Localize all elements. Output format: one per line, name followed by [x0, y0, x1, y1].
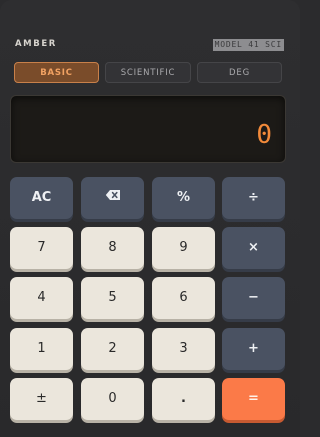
digit-9-button[interactable]: 9	[152, 227, 215, 269]
angle-mode-button[interactable]: DEG	[197, 62, 282, 83]
backspace-button[interactable]	[81, 177, 144, 219]
digit-7-button[interactable]: 7	[10, 227, 73, 269]
sign-toggle-button[interactable]: ±	[10, 378, 73, 420]
digit-8-button[interactable]: 8	[81, 227, 144, 269]
model-label: MODEL 41 SCI	[212, 39, 284, 51]
multiply-button[interactable]: ×	[222, 227, 285, 269]
calculator-body: AMBER MODEL 41 SCI BASIC SCIENTIFIC DEG …	[0, 0, 300, 437]
keypad: AC % ÷ 7 8 9 × 4 5 6 − 1 2 3 + ± 0 . =	[10, 177, 286, 437]
mode-basic-button[interactable]: BASIC	[14, 62, 99, 83]
display-screen: 0	[10, 95, 286, 163]
digit-6-button[interactable]: 6	[152, 277, 215, 319]
percent-button[interactable]: %	[152, 177, 215, 219]
digit-5-button[interactable]: 5	[81, 277, 144, 319]
digit-2-button[interactable]: 2	[81, 328, 144, 370]
digit-3-button[interactable]: 3	[152, 328, 215, 370]
backspace-icon	[105, 177, 121, 219]
calculator-header: AMBER MODEL 41 SCI	[14, 38, 286, 52]
mode-selector: BASIC SCIENTIFIC DEG	[14, 62, 282, 85]
mode-scientific-button[interactable]: SCIENTIFIC	[105, 62, 191, 83]
display-value: 0	[256, 120, 272, 150]
equals-button[interactable]: =	[222, 378, 285, 420]
brand-label: AMBER	[15, 39, 57, 49]
plus-button[interactable]: +	[222, 328, 285, 370]
digit-4-button[interactable]: 4	[10, 277, 73, 319]
minus-button[interactable]: −	[222, 277, 285, 319]
clear-button[interactable]: AC	[10, 177, 73, 219]
digit-0-button[interactable]: 0	[81, 378, 144, 420]
divide-button[interactable]: ÷	[222, 177, 285, 219]
digit-1-button[interactable]: 1	[10, 328, 73, 370]
decimal-button[interactable]: .	[152, 378, 215, 420]
